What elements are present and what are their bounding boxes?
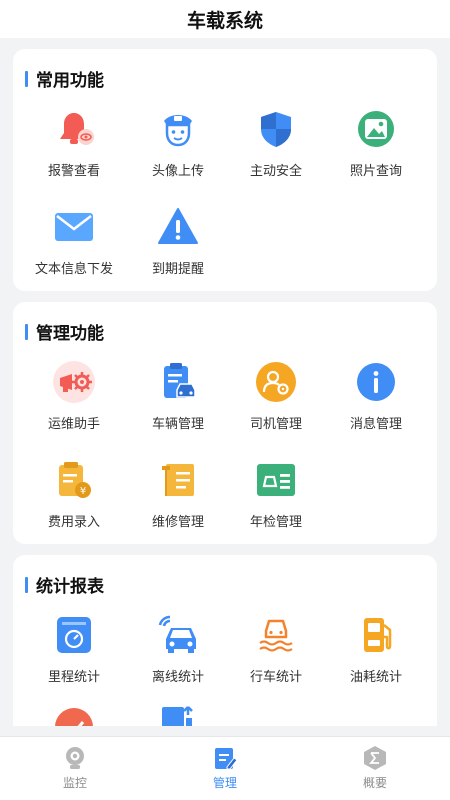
message-management-button[interactable]: 消息管理 — [326, 360, 426, 440]
police-avatar-icon — [156, 107, 200, 151]
maintenance-assistant-button[interactable]: 运维助手 — [24, 360, 124, 440]
driver-icon — [254, 360, 298, 404]
photo-icon — [354, 107, 398, 151]
section-accent-bar — [25, 323, 28, 340]
driving-car-icon — [254, 613, 298, 657]
offline-statistics-button[interactable]: 离线统计 — [128, 613, 228, 693]
monitor-camera-icon — [62, 745, 88, 771]
item-label: 运维助手 — [47, 416, 100, 431]
vehicle-management-button[interactable]: 车辆管理 — [128, 360, 228, 440]
info-icon — [354, 360, 398, 404]
statistics-report-card: 统计报表 里程统计 离线统计 行车统计 油耗统计 — [13, 555, 437, 726]
item-label: 车辆管理 — [151, 416, 204, 431]
item-label: 司机管理 — [249, 416, 302, 431]
main-scroll-area[interactable]: 常用功能 报警查看 头像上传 主动安全 照片查询 文本信息下发 到期提醒 管理功… — [0, 38, 450, 726]
tab-label: 监控 — [62, 776, 87, 790]
alarm-view-button[interactable]: 报警查看 — [24, 107, 124, 187]
fee-entry-button[interactable]: ¥ 费用录入 — [24, 458, 124, 538]
item-label: 年检管理 — [249, 514, 302, 529]
item-label: 行车统计 — [249, 669, 302, 684]
page-title: 车载系统 — [186, 10, 263, 32]
repair-management-button[interactable]: 维修管理 — [128, 458, 228, 538]
fee-document-icon: ¥ — [52, 458, 96, 502]
item-label: 头像上传 — [151, 163, 204, 178]
tab-monitor[interactable]: 监控 — [0, 737, 150, 800]
report-check-icon — [52, 705, 96, 726]
avatar-upload-button[interactable]: 头像上传 — [128, 107, 228, 187]
warning-triangle-icon — [156, 205, 200, 249]
partially-visible-stat-item[interactable] — [128, 701, 228, 726]
maintenance-assistant-icon — [52, 360, 96, 404]
section-accent-bar — [25, 576, 28, 593]
item-label: 油耗统计 — [349, 669, 402, 684]
partially-visible-stat-item[interactable] — [24, 705, 124, 726]
envelope-icon — [52, 205, 96, 249]
vehicle-clipboard-icon — [156, 360, 200, 404]
item-label: 费用录入 — [47, 514, 100, 529]
offline-car-icon — [156, 613, 200, 657]
section-title: 管理功能 — [36, 324, 104, 343]
management-functions-card: 管理功能 运维助手 车辆管理 司机管理 消息管理 ¥ 费用录入 维修管理 年检管… — [13, 302, 437, 544]
item-label: 消息管理 — [349, 416, 402, 431]
section-title: 统计报表 — [36, 577, 104, 596]
svg-text:¥: ¥ — [80, 486, 86, 497]
item-label: 文本信息下发 — [34, 261, 113, 276]
tab-label: 管理 — [212, 776, 237, 790]
report-chart-icon — [156, 701, 200, 726]
summary-sigma-icon — [362, 745, 388, 771]
section-accent-bar — [25, 70, 28, 87]
tab-manage[interactable]: 管理 — [150, 737, 300, 800]
section-header: 常用功能 — [25, 66, 104, 91]
text-message-send-button[interactable]: 文本信息下发 — [24, 205, 124, 285]
expiry-reminder-button[interactable]: 到期提醒 — [128, 205, 228, 285]
photo-query-button[interactable]: 照片查询 — [326, 107, 426, 187]
common-functions-card: 常用功能 报警查看 头像上传 主动安全 照片查询 文本信息下发 到期提醒 — [13, 49, 437, 291]
section-title: 常用功能 — [36, 71, 104, 90]
driving-statistics-button[interactable]: 行车统计 — [226, 613, 326, 693]
driver-management-button[interactable]: 司机管理 — [226, 360, 326, 440]
tab-summary[interactable]: 概要 — [300, 737, 450, 800]
app-title-bar: 车载系统 — [0, 0, 450, 38]
repair-wrench-icon — [156, 458, 200, 502]
section-header: 管理功能 — [25, 319, 104, 344]
inspection-card-icon — [254, 458, 298, 502]
item-label: 主动安全 — [249, 163, 302, 178]
fuel-statistics-button[interactable]: 油耗统计 — [326, 613, 426, 693]
manage-clipboard-icon — [212, 745, 238, 771]
annual-inspection-button[interactable]: 年检管理 — [226, 458, 326, 538]
item-label: 报警查看 — [47, 163, 100, 178]
bottom-tab-bar: 监控 管理 概要 — [0, 736, 450, 800]
alarm-bell-icon — [52, 107, 96, 151]
item-label: 到期提醒 — [151, 261, 204, 276]
active-safety-button[interactable]: 主动安全 — [226, 107, 326, 187]
section-header: 统计报表 — [25, 572, 104, 597]
tabbar-divider — [0, 726, 450, 736]
shield-icon — [254, 107, 298, 151]
item-label: 离线统计 — [151, 669, 204, 684]
item-label: 里程统计 — [47, 669, 100, 684]
fuel-pump-icon — [354, 613, 398, 657]
tab-label: 概要 — [362, 776, 387, 790]
item-label: 维修管理 — [151, 514, 204, 529]
mileage-statistics-button[interactable]: 里程统计 — [24, 613, 124, 693]
item-label: 照片查询 — [349, 163, 402, 178]
odometer-icon — [52, 613, 96, 657]
